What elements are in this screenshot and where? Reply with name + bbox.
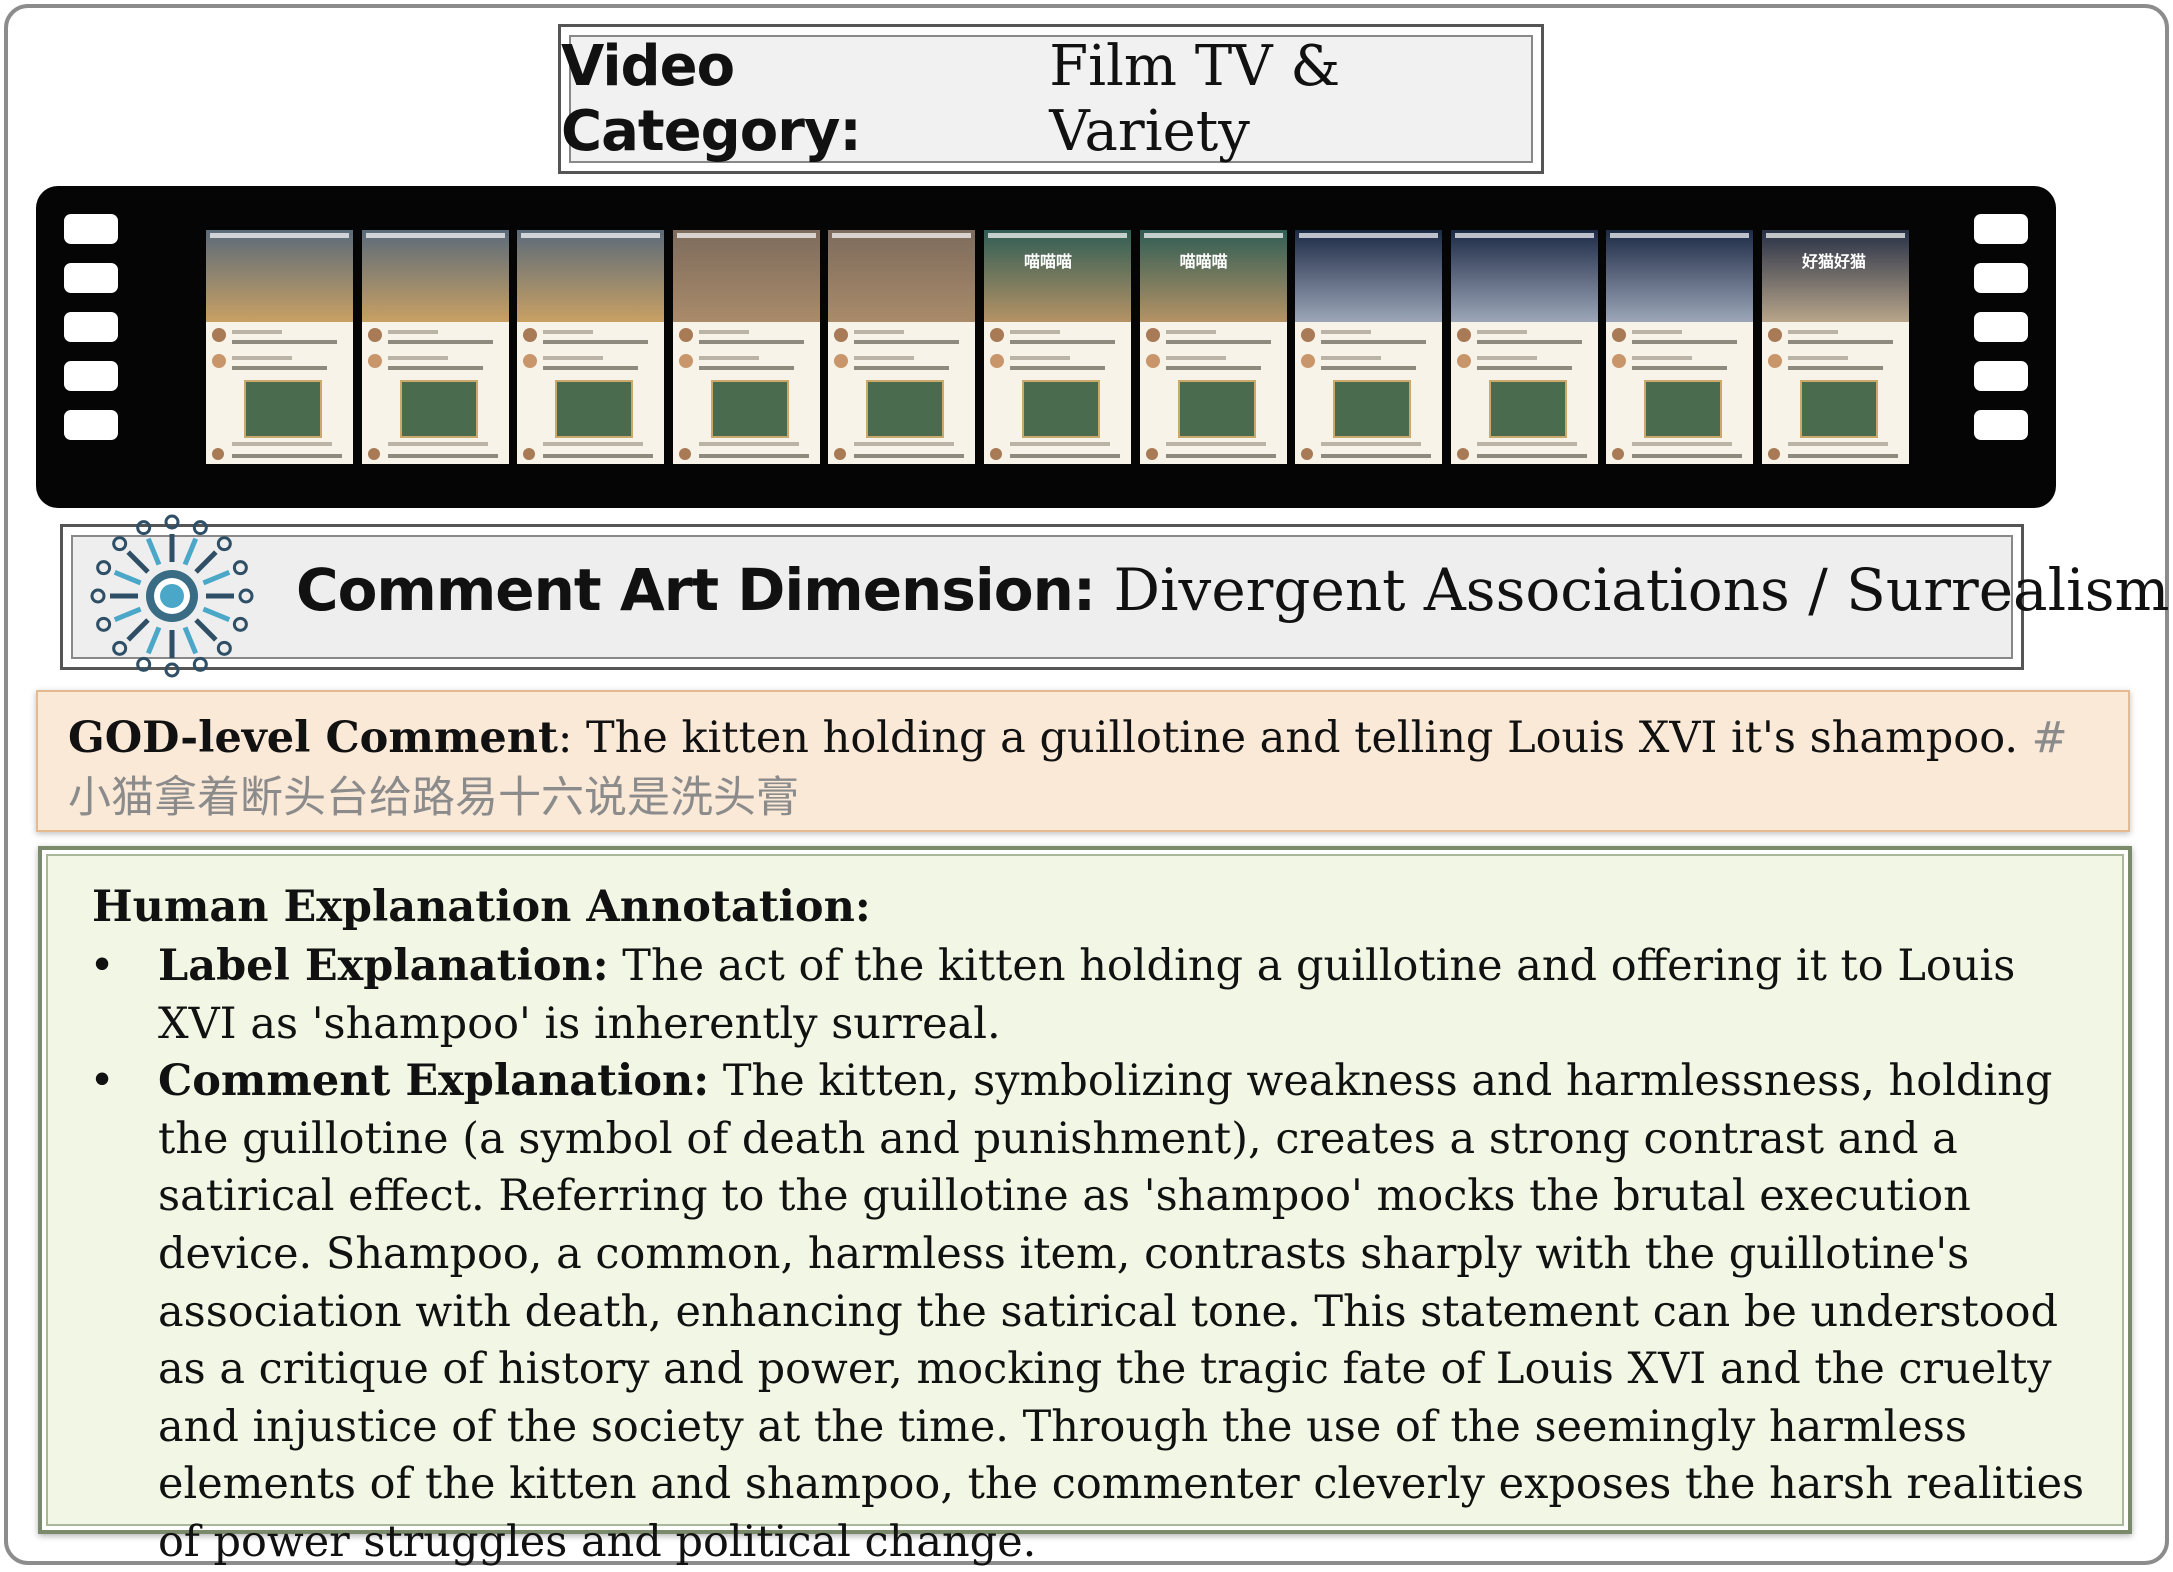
god-comment-label: GOD-level Comment — [68, 713, 558, 763]
video-frame-thumbnail — [672, 230, 820, 464]
label-explanation-label: Label Explanation: — [158, 941, 609, 991]
film-strip: 喵喵喵 喵喵喵 好猫好猫 — [36, 186, 2056, 508]
art-dimension-text: Comment Art Dimension: Divergent Associa… — [296, 556, 2169, 624]
video-frame-thumbnail: 喵喵喵 — [984, 230, 1131, 464]
explanation-list: • Label Explanation: The act of the kitte… — [82, 938, 2104, 1572]
comment-explanation-label: Comment Explanation: — [158, 1056, 710, 1107]
sprocket-hole — [64, 263, 118, 293]
sprocket-hole — [64, 361, 118, 391]
video-frame-thumbnail — [517, 230, 665, 464]
sprocket-hole — [1974, 263, 2028, 293]
sprocket-hole — [1974, 410, 2028, 440]
sprocket-hole — [64, 312, 118, 342]
video-frame-thumbnail — [361, 230, 509, 464]
sprocket-hole — [1974, 312, 2028, 342]
comment-explanation-item: • Comment Explanation: The kitten, symbol… — [82, 1053, 2104, 1571]
art-dimension-value: Divergent Associations / Surrealism — [1113, 556, 2170, 624]
art-dimension-label: Comment Art Dimension: — [296, 556, 1096, 624]
human-explanation-box: Human Explanation Annotation: • Label Exp… — [38, 846, 2132, 1567]
god-comment-box: GOD-level Comment: The kitten holding a … — [36, 690, 2130, 832]
video-frame-thumbnail — [206, 230, 353, 464]
sprocket-hole — [1974, 361, 2028, 391]
bullet-icon: • — [89, 941, 115, 991]
sprocket-hole — [64, 214, 118, 244]
hub-gear-icon — [90, 514, 254, 678]
god-comment: GOD-level Comment: The kitten holding a … — [68, 708, 2088, 828]
video-category-label: Video Category: — [561, 34, 862, 164]
sprocket-hole — [64, 410, 118, 440]
comment-explanation-text: The kitten, symbolizing weakness and har… — [158, 1056, 2085, 1567]
god-comment-text: : The kitten holding a guillotine and te… — [557, 713, 2032, 763]
video-frame-thumbnail: 喵喵喵 — [1139, 230, 1287, 464]
video-frame-thumbnail — [1450, 230, 1598, 464]
video-category-box: Video Category: Film TV & Variety — [558, 24, 1544, 174]
label-explanation-item: • Label Explanation: The act of the kitte… — [82, 938, 2104, 1053]
video-frame-thumbnail — [828, 230, 976, 464]
video-category-value: Film TV & Variety — [1049, 34, 1341, 164]
sprocket-hole — [1974, 214, 2028, 244]
human-explanation-title: Human Explanation Annotation: — [92, 882, 871, 932]
video-frame-thumbnail: 好猫好猫 — [1762, 230, 1909, 464]
video-frame-thumbnail — [1606, 230, 1754, 464]
bullet-icon: • — [89, 1056, 115, 1107]
video-frame-thumbnail — [1295, 230, 1443, 464]
